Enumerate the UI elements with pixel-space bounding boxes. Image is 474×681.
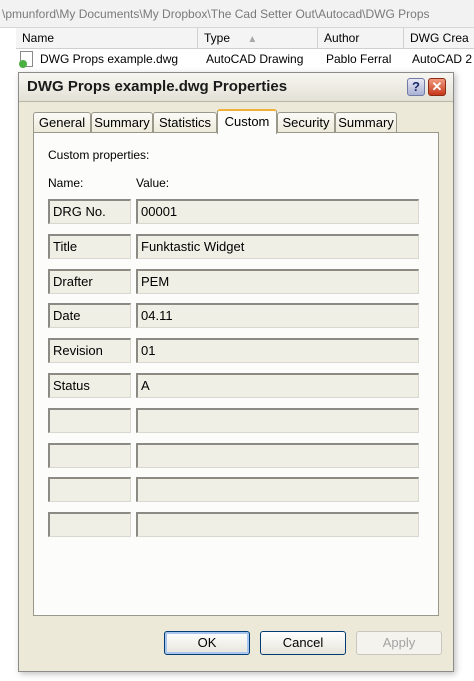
property-name-field[interactable]: [48, 408, 131, 433]
property-value-field[interactable]: 01: [136, 338, 419, 363]
file-type: AutoCAD Drawing: [206, 52, 304, 66]
tab-summary-2[interactable]: Summary: [335, 112, 397, 133]
dialog-titlebar[interactable]: DWG Props example.dwg Properties ? ✕: [19, 73, 453, 102]
property-value-field[interactable]: [136, 408, 419, 433]
tab-summary[interactable]: Summary: [91, 112, 153, 133]
name-column-header: Name:: [48, 176, 84, 190]
property-value-field[interactable]: 00001: [136, 199, 419, 224]
property-value-field[interactable]: A: [136, 373, 419, 398]
property-name-field[interactable]: DRG No.: [48, 199, 131, 224]
value-column-header: Value:: [136, 176, 170, 190]
tab-summary-2-label: Summary: [338, 115, 394, 130]
apply-button[interactable]: Apply: [356, 631, 442, 655]
file-author: Pablo Ferral: [326, 52, 392, 66]
property-name-field[interactable]: [48, 477, 131, 502]
tab-summary-label: Summary: [94, 115, 150, 130]
property-value-field[interactable]: PEM: [136, 269, 419, 294]
cancel-button[interactable]: Cancel: [260, 631, 346, 655]
property-name-field[interactable]: [48, 512, 131, 537]
file-dwg-created: AutoCAD 2: [412, 52, 473, 66]
column-dwg-created[interactable]: DWG Crea: [404, 28, 474, 48]
property-value-field[interactable]: [136, 477, 419, 502]
column-author-label: Author: [324, 31, 360, 45]
tab-statistics[interactable]: Statistics: [153, 112, 217, 133]
custom-properties-heading: Custom properties:: [48, 148, 150, 162]
property-name-field[interactable]: Title: [48, 234, 131, 259]
property-value-field[interactable]: [136, 443, 419, 468]
tab-custom[interactable]: Custom: [217, 109, 277, 134]
file-name: DWG Props example.dwg: [40, 52, 179, 66]
property-name-field[interactable]: Date: [48, 303, 131, 328]
close-button[interactable]: ✕: [428, 78, 446, 96]
column-name[interactable]: Name: [16, 28, 198, 48]
tab-security-label: Security: [282, 115, 330, 130]
column-type-label: Type: [204, 31, 231, 45]
ok-button[interactable]: OK: [164, 631, 250, 655]
close-icon: ✕: [431, 79, 443, 94]
column-dwg-created-label: DWG Crea: [410, 31, 469, 45]
property-name-field[interactable]: Status: [48, 373, 131, 398]
tab-general[interactable]: General: [33, 112, 91, 133]
help-icon: ?: [412, 79, 420, 94]
file-row[interactable]: DWG Props example.dwg AutoCAD Drawing Pa…: [16, 48, 474, 70]
tab-custom-label: Custom: [224, 114, 270, 129]
tab-security[interactable]: Security: [277, 112, 335, 133]
sort-ascending-icon: ▲: [247, 34, 258, 45]
column-type[interactable]: Type ▲: [198, 28, 318, 48]
column-author[interactable]: Author: [318, 28, 404, 48]
property-name-field[interactable]: [48, 443, 131, 468]
tab-strip: General Summary Statistics Custom Securi…: [33, 109, 439, 134]
property-name-field[interactable]: Drafter: [48, 269, 131, 294]
properties-dialog: DWG Props example.dwg Properties ? ✕ Gen…: [18, 72, 454, 672]
property-value-field[interactable]: [136, 512, 419, 537]
column-header: Name Type ▲ Author DWG Crea: [16, 28, 474, 49]
address-path: \pmunford\My Documents\My Dropbox\The Ca…: [0, 0, 474, 28]
column-name-label: Name: [22, 31, 55, 45]
property-value-field[interactable]: Funktastic Widget: [136, 234, 419, 259]
custom-properties-panel: Custom properties: Name: Value: DRG No. …: [33, 132, 439, 616]
property-value-field[interactable]: 04.11: [136, 303, 419, 328]
help-button[interactable]: ?: [407, 78, 425, 96]
tab-statistics-label: Statistics: [158, 115, 211, 130]
dwg-file-icon: [19, 51, 33, 68]
property-name-field[interactable]: Revision: [48, 338, 131, 363]
tab-general-label: General: [38, 115, 86, 130]
dialog-title: DWG Props example.dwg Properties: [27, 78, 288, 95]
